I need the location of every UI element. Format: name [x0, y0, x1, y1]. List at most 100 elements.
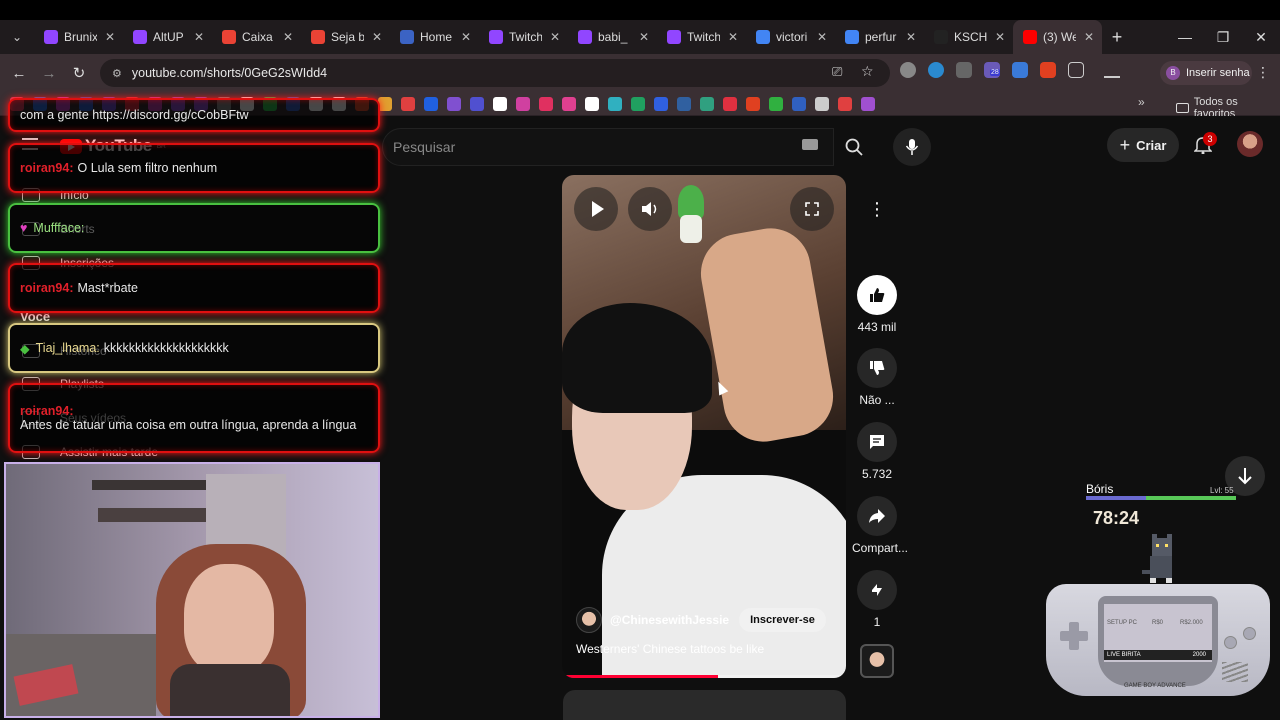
browser-tab[interactable]: Twitch ✕: [479, 20, 568, 54]
share-button[interactable]: Compart...: [852, 496, 908, 555]
back-button[interactable]: ←: [4, 65, 34, 82]
bookmarks-more-button[interactable]: »: [1138, 95, 1145, 109]
bookmark-favicon-icon[interactable]: [401, 97, 415, 111]
browser-menu-icon[interactable]: ⋮: [1256, 64, 1270, 81]
create-button[interactable]: + Criar: [1107, 128, 1179, 162]
bookmark-favicon-icon[interactable]: [562, 97, 576, 111]
bookmark-favicon-icon[interactable]: [815, 97, 829, 111]
bookmark-favicon-icon[interactable]: [700, 97, 714, 111]
close-tab-icon[interactable]: ✕: [726, 30, 740, 44]
close-tab-icon[interactable]: ✕: [103, 30, 117, 44]
url-bar[interactable]: ⚙ youtube.com/shorts/0GeG2sWIdd4: [100, 59, 890, 87]
browser-tab[interactable]: AltUP ✕: [123, 20, 212, 54]
extension-icon[interactable]: [900, 62, 916, 78]
shorts-player[interactable]: @ChinesewithJessie Inscrever-se Westerne…: [562, 175, 846, 678]
bookmark-favicon-icon[interactable]: [769, 97, 783, 111]
browser-tab[interactable]: KSCHE ✕: [924, 20, 1013, 54]
voice-search-button[interactable]: [893, 128, 931, 166]
close-tab-icon[interactable]: ✕: [993, 30, 1007, 44]
bookmark-favicon-icon[interactable]: [654, 97, 668, 111]
like-count: 443 mil: [857, 320, 897, 334]
browser-tab[interactable]: babi_ ✕: [568, 20, 657, 54]
keyboard-icon[interactable]: [802, 139, 818, 150]
tab-title: KSCHE: [954, 30, 987, 44]
bookmark-favicon-icon[interactable]: [378, 97, 392, 111]
channel-avatar[interactable]: [576, 607, 602, 633]
profile-button[interactable]: B Inserir senha: [1160, 61, 1252, 85]
browser-tab[interactable]: Home ✕: [390, 20, 479, 54]
extensions-puzzle-icon[interactable]: [1068, 62, 1084, 78]
subscribe-button[interactable]: Inscrever-se: [739, 608, 826, 632]
video-title[interactable]: Westerners' Chinese tattoos be like: [576, 642, 764, 656]
create-label: Criar: [1136, 137, 1167, 153]
bookmark-favicon-icon[interactable]: [424, 97, 438, 111]
forward-button[interactable]: →: [34, 65, 64, 82]
bookmark-favicon-icon[interactable]: [447, 97, 461, 111]
cast-icon[interactable]: ⎚: [832, 64, 842, 80]
fullscreen-button[interactable]: [790, 187, 834, 231]
play-button[interactable]: [574, 187, 618, 231]
bookmark-favicon-icon[interactable]: [861, 97, 875, 111]
screen-top-strip: [0, 0, 1280, 20]
play-icon: [591, 201, 604, 217]
browser-tab[interactable]: Caixa c ✕: [212, 20, 301, 54]
close-tab-icon[interactable]: ✕: [548, 30, 562, 44]
search-input[interactable]: Pesquisar: [382, 128, 834, 166]
bookmark-favicon-icon[interactable]: [608, 97, 622, 111]
close-tab-icon[interactable]: ✕: [904, 30, 918, 44]
like-button[interactable]: 443 mil: [852, 275, 902, 334]
new-tab-button[interactable]: +: [1102, 27, 1132, 48]
bookmark-favicon-icon[interactable]: [677, 97, 691, 111]
extension-icon[interactable]: [928, 62, 944, 78]
close-tab-icon[interactable]: ✕: [637, 30, 651, 44]
remix-button[interactable]: 1: [852, 570, 902, 629]
comments-button[interactable]: 5.732: [852, 422, 902, 481]
extension-icon[interactable]: [1012, 62, 1028, 78]
bookmark-favicon-icon[interactable]: [631, 97, 645, 111]
minimize-button[interactable]: —: [1166, 20, 1204, 54]
extension-icon[interactable]: [1040, 62, 1056, 78]
bookmark-favicon-icon[interactable]: [746, 97, 760, 111]
bookmark-favicon-icon[interactable]: [470, 97, 484, 111]
browser-tab[interactable]: Brunix ✕: [34, 20, 123, 54]
browser-tab[interactable]: perfur ✕: [835, 20, 924, 54]
bookmark-favicon-icon[interactable]: [493, 97, 507, 111]
chat-message: roiran94: Antes de tatuar uma coisa em o…: [8, 383, 380, 453]
video-progress-bar[interactable]: [562, 675, 846, 678]
next-short-preview[interactable]: [563, 690, 846, 720]
close-tab-icon[interactable]: ✕: [1082, 30, 1096, 44]
more-options-icon[interactable]: ⋮: [860, 192, 894, 226]
close-tab-icon[interactable]: ✕: [459, 30, 473, 44]
close-window-button[interactable]: ✕: [1242, 20, 1280, 54]
browser-tab[interactable]: (3) We ✕: [1013, 20, 1102, 54]
site-info-icon[interactable]: ⚙: [112, 67, 122, 80]
channel-name[interactable]: @ChinesewithJessie: [610, 613, 729, 627]
audio-source-thumbnail[interactable]: [860, 644, 894, 678]
media-controls-icon[interactable]: [1104, 62, 1120, 78]
browser-tab[interactable]: victori ✕: [746, 20, 835, 54]
browser-tab[interactable]: Seja br ✕: [301, 20, 390, 54]
tab-search-chevron-icon[interactable]: ⌄: [0, 20, 34, 54]
browser-tab[interactable]: Twitch ✕: [657, 20, 746, 54]
bookmark-favicon-icon[interactable]: [539, 97, 553, 111]
extension-icon[interactable]: [956, 62, 972, 78]
close-tab-icon[interactable]: ✕: [370, 30, 384, 44]
extension-icon[interactable]: 28: [984, 62, 1000, 78]
volume-button[interactable]: [628, 187, 672, 231]
bookmark-star-icon[interactable]: ☆: [861, 63, 874, 80]
bookmark-favicon-icon[interactable]: [516, 97, 530, 111]
close-tab-icon[interactable]: ✕: [281, 30, 295, 44]
account-avatar[interactable]: [1237, 131, 1263, 157]
comment-icon: [857, 422, 897, 462]
reload-button[interactable]: ↻: [64, 64, 94, 82]
bookmark-favicon-icon[interactable]: [585, 97, 599, 111]
dislike-button[interactable]: Não ...: [852, 348, 902, 407]
maximize-button[interactable]: ❐: [1204, 20, 1242, 54]
search-button[interactable]: [834, 128, 874, 166]
bookmark-favicon-icon[interactable]: [792, 97, 806, 111]
bookmark-favicon-icon[interactable]: [838, 97, 852, 111]
bookmark-favicon-icon[interactable]: [723, 97, 737, 111]
close-tab-icon[interactable]: ✕: [192, 30, 206, 44]
close-tab-icon[interactable]: ✕: [815, 30, 829, 44]
tab-title: AltUP: [153, 30, 184, 44]
